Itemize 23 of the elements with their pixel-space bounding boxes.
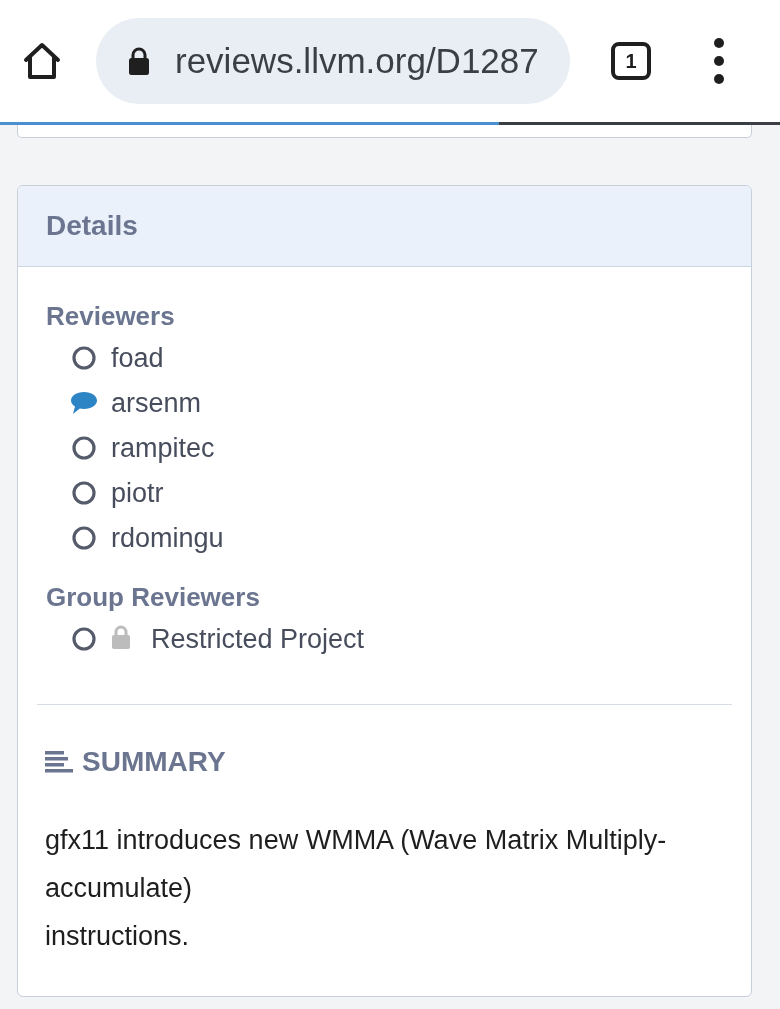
circle-icon xyxy=(72,435,96,460)
circle-icon xyxy=(72,345,96,370)
summary-text: gfx11 introduces new WMMA (Wave Matrix Multiply-accumulate) instructions. xyxy=(45,824,668,953)
reviewer-link[interactable]: piotr xyxy=(111,475,164,510)
reviewer-link[interactable]: foad xyxy=(111,340,164,375)
menu-icon[interactable] xyxy=(713,37,725,85)
reviewer-link[interactable]: rampitec xyxy=(111,430,215,465)
speech-bubble-icon xyxy=(70,390,98,415)
reviewer-link[interactable]: arsenm xyxy=(111,385,202,420)
reviewer-link[interactable]: rdomingu xyxy=(111,520,224,555)
circle-icon xyxy=(72,525,96,550)
address-bar[interactable]: reviews.llvm.org/D1287 xyxy=(96,18,570,104)
text-lines-icon xyxy=(45,751,73,773)
reviewer-link[interactable]: Restricted Project xyxy=(151,621,365,656)
lock-icon xyxy=(128,47,150,75)
tab-switcher-button[interactable]: 1 xyxy=(611,42,651,80)
summary-heading: SUMMARY xyxy=(82,746,226,778)
home-icon[interactable] xyxy=(22,41,62,81)
circle-icon xyxy=(72,480,96,505)
section-heading: Group Reviewers xyxy=(46,582,260,612)
circle-icon xyxy=(72,626,96,651)
section-heading: Reviewers xyxy=(46,301,175,331)
card-title: Details xyxy=(46,210,138,242)
